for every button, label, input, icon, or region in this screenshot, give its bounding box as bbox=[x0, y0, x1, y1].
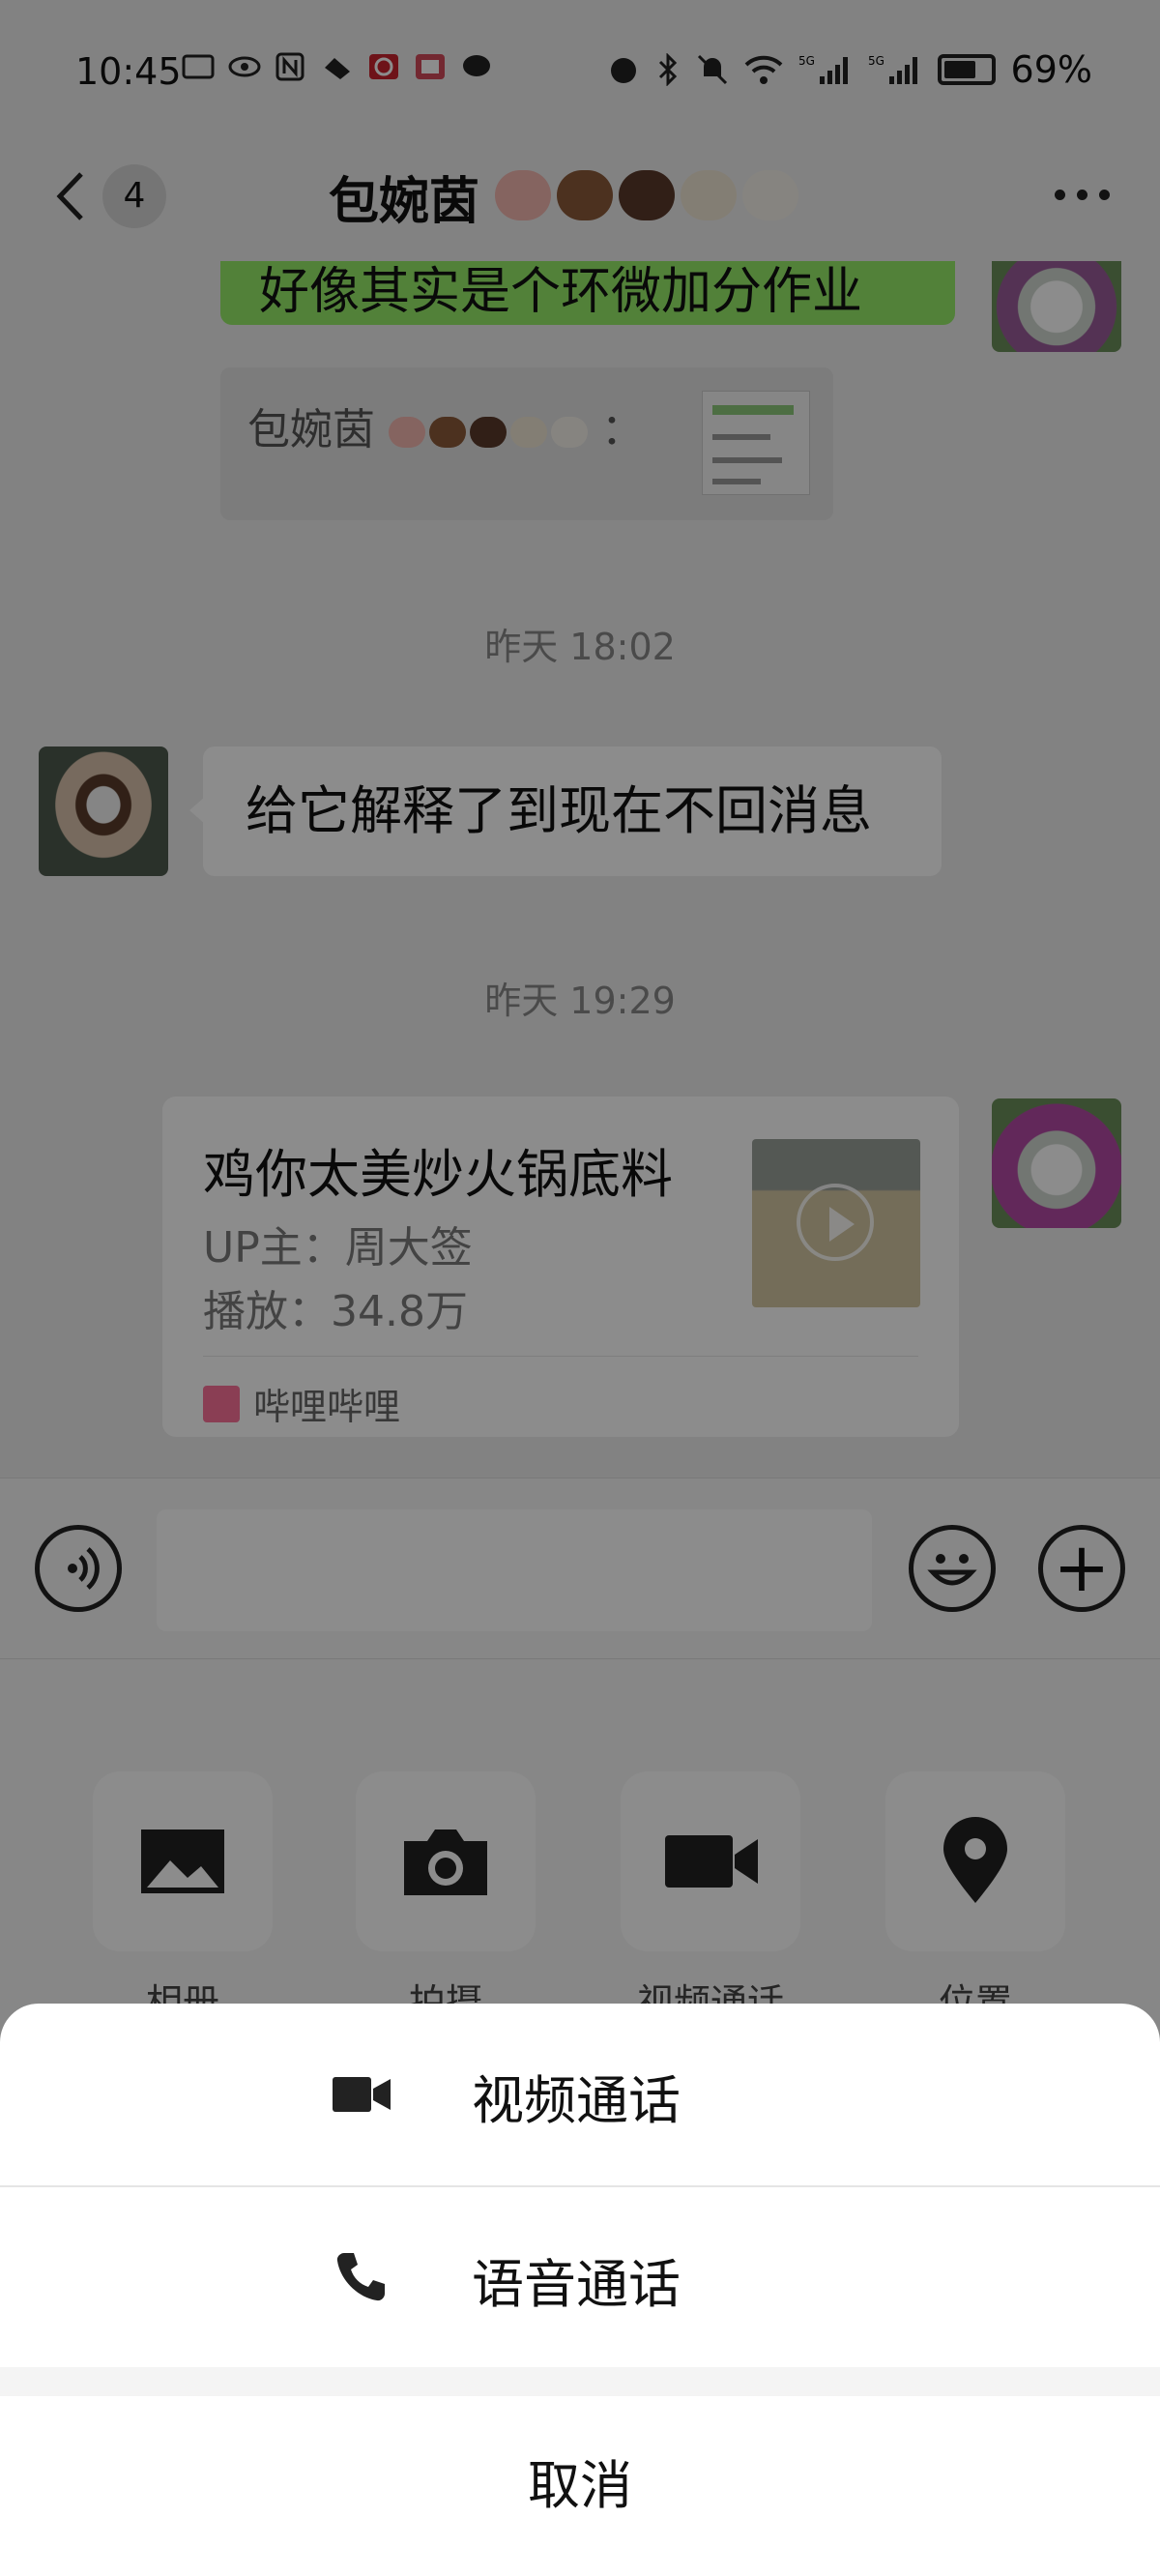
video-camera-icon bbox=[333, 2077, 391, 2112]
video-call-option[interactable]: 视频通话 bbox=[0, 2004, 1160, 2185]
call-action-sheet: 视频通话 语音通话 取消 bbox=[0, 2004, 1160, 2576]
cancel-button[interactable]: 取消 bbox=[0, 2396, 1160, 2576]
sheet-gap bbox=[0, 2367, 1160, 2396]
voice-call-option[interactable]: 语音通话 bbox=[0, 2187, 1160, 2369]
phone-icon bbox=[336, 2253, 385, 2301]
video-call-label: 视频通话 bbox=[472, 2070, 681, 2131]
voice-call-label: 语音通话 bbox=[472, 2254, 681, 2315]
